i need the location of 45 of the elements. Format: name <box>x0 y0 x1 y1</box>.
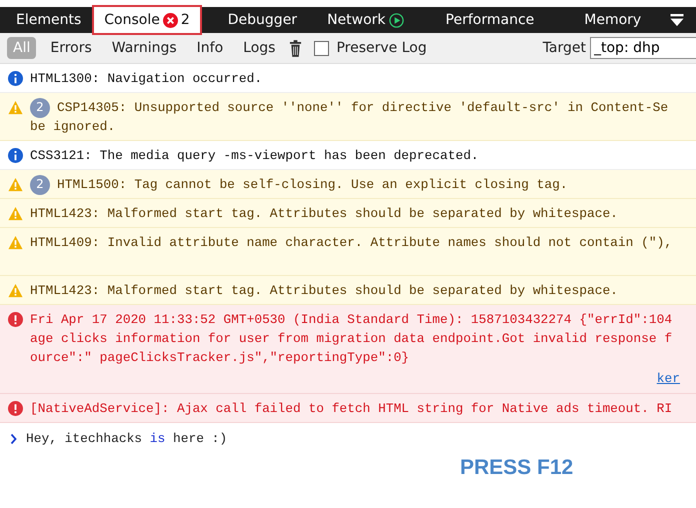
play-icon <box>388 12 404 28</box>
warning-icon <box>8 100 23 115</box>
filter-button[interactable]: Logs <box>237 37 282 59</box>
message-text: Fri Apr 17 2020 11:33:52 GMT+0530 (India Standard Time): 1587103432274 {"errId":104 <box>30 311 672 329</box>
message-text: HTML1500: Tag cannot be self-closing. Use an explicit closing tag. <box>57 176 568 194</box>
info-icon <box>8 71 23 86</box>
message-text: CSS3121: The media query -ms-viewport has been deprecated. <box>30 147 479 165</box>
filter-button[interactable]: Info <box>190 37 230 59</box>
checkbox-label: Preserve Log <box>336 40 427 56</box>
message-text: [NativeAdService]: Ajax call failed to fetch HTML string for Native ads timeout. RI <box>30 400 672 418</box>
message-text: CSP14305: Unsupported source ''none'' for directive 'default-src' in Content-Se <box>57 99 668 117</box>
tab[interactable]: Memory <box>574 7 652 33</box>
error-icon <box>162 12 178 28</box>
error-icon <box>8 312 23 327</box>
tab[interactable]: Network <box>317 7 414 33</box>
warning-icon <box>8 177 23 192</box>
message-text: HTML1423: Malformed start tag. Attributes should be separated by whitespace. <box>30 282 618 300</box>
message-text: ource":" pageClicksTracker.js","reportingType":0} <box>30 349 410 367</box>
count-badge: 2 <box>30 98 50 118</box>
message-text: HTML1423: Malformed start tag. Attributes should be separated by whitespace. <box>30 205 618 223</box>
message-text: HTML1300: Navigation occurred. <box>30 70 262 88</box>
checkbox[interactable] <box>314 40 330 56</box>
tab[interactable]: Console 2 <box>94 7 200 33</box>
prompt-icon <box>10 432 18 444</box>
count-badge: 2 <box>30 174 50 194</box>
tab[interactable]: Performance <box>436 7 544 33</box>
overflow-menu-icon[interactable] <box>669 14 686 26</box>
target-field[interactable]: _top: dhp <box>590 37 696 59</box>
warning-icon <box>8 235 23 250</box>
filter-button[interactable]: Warnings <box>106 37 183 59</box>
target-label: Target <box>542 40 586 56</box>
source-link[interactable]: ker <box>656 370 680 386</box>
message-text: HTML1409: Invalid attribute name character. Attribute names should not contain ("), <box>30 234 672 252</box>
tab[interactable]: Debugger <box>218 7 308 33</box>
error-icon <box>8 401 23 416</box>
annotation-text: PRESS F12 <box>460 456 574 480</box>
message-text: age clicks information for user from migration data endpoint.Got invalid response f <box>30 330 672 348</box>
tab[interactable]: Elements <box>6 7 92 33</box>
message-text: be ignored. <box>30 118 116 136</box>
warning-icon <box>8 206 23 221</box>
console-input[interactable]: Hey, itechhacks is here :) <box>26 431 228 446</box>
trash-icon[interactable] <box>289 40 302 56</box>
info-icon <box>8 148 23 163</box>
warning-icon <box>8 283 23 298</box>
filter-button[interactable]: Errors <box>44 37 98 59</box>
